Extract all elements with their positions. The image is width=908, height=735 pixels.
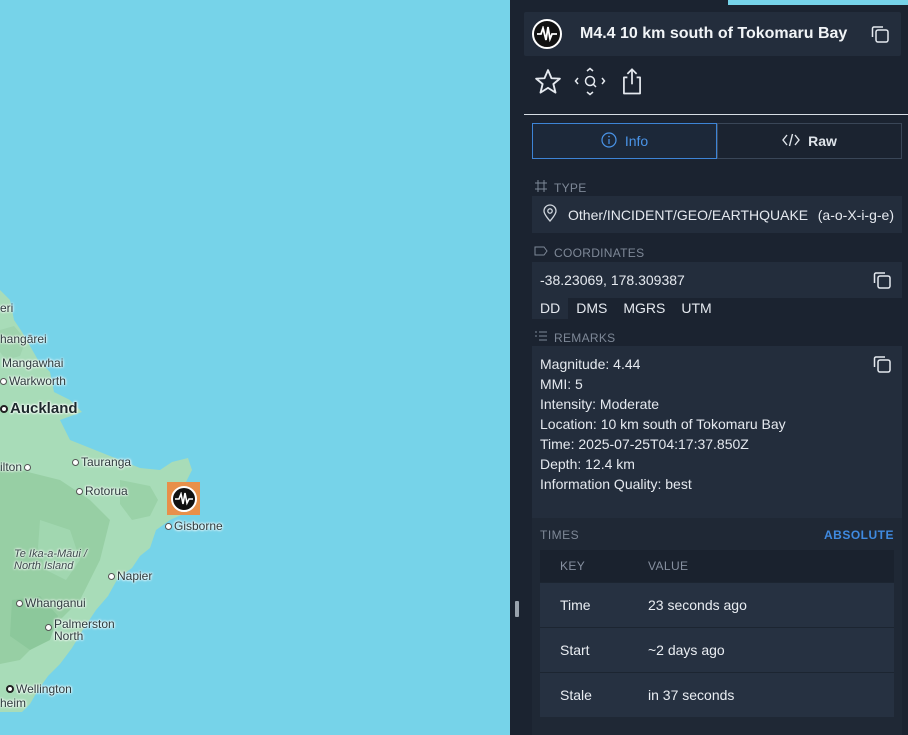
- earthquake-marker[interactable]: [167, 482, 200, 515]
- time-value-cell: 23 seconds ago: [648, 581, 894, 627]
- copy-icon[interactable]: [872, 354, 892, 374]
- tab-raw[interactable]: Raw: [717, 123, 902, 159]
- map-view[interactable]: eri hangārei Mangawhai Warkworth Aucklan…: [0, 0, 510, 735]
- remark-line: Location: 10 km south of Tokomaru Bay: [540, 416, 786, 432]
- time-value-cell: ~2 days ago: [648, 626, 894, 672]
- coordinates-value: -38.23069, 178.309387: [540, 272, 685, 288]
- coordinates-field: -38.23069, 178.309387: [532, 262, 902, 298]
- time-key-cell: Stale: [540, 671, 648, 717]
- place-label: eri: [0, 301, 14, 315]
- time-key-cell: Start: [540, 626, 648, 672]
- coordinate-format-selector: DD DMS MGRS UTM: [532, 298, 720, 319]
- place-label-rotorua: Rotorua: [76, 484, 128, 498]
- star-icon[interactable]: [532, 66, 564, 98]
- town-dot: [16, 599, 23, 607]
- table-row: Stale in 37 seconds: [540, 671, 894, 717]
- column-header-value: VALUE: [648, 550, 894, 582]
- tag-icon: [534, 245, 548, 260]
- type-value: Other/INCIDENT/GEO/EARTHQUAKE: [568, 206, 809, 223]
- header-divider: [524, 114, 908, 115]
- town-dot: [72, 458, 79, 466]
- copy-icon[interactable]: [872, 270, 892, 290]
- times-section: TIMES ABSOLUTE KEY VALUE Time 23 seconds…: [532, 518, 902, 735]
- column-header-key: KEY: [540, 550, 648, 582]
- earthquake-icon: [532, 19, 562, 49]
- remarks-section-label: REMARKS: [534, 330, 615, 345]
- format-utm-button[interactable]: UTM: [673, 298, 719, 319]
- place-label-auckland: Auckland: [0, 400, 78, 417]
- town-dot: [24, 463, 32, 471]
- remark-line: Magnitude: 4.44: [540, 356, 641, 372]
- city-dot: [0, 404, 8, 413]
- remark-line: Time: 2025-07-25T04:17:37.850Z: [540, 436, 749, 452]
- table-header-row: KEY VALUE: [540, 550, 894, 582]
- panel-header: M4.4 10 km south of Tokomaru Bay: [524, 12, 901, 56]
- times-table: KEY VALUE Time 23 seconds ago Start ~2 d…: [540, 550, 894, 717]
- place-label-tauranga: Tauranga: [72, 455, 131, 469]
- region-label-north-island: Te Ika-a-Māui / North Island: [14, 548, 87, 572]
- place-label-gisborne: Gisborne: [165, 519, 223, 533]
- times-section-label: TIMES: [540, 528, 580, 542]
- town-dot: [76, 487, 83, 495]
- remarks-field: Magnitude: 4.44 MMI: 5 Intensity: Modera…: [532, 346, 902, 518]
- table-row: Time 23 seconds ago: [540, 581, 894, 627]
- town-dot: [45, 624, 52, 631]
- place-label-wellington: Wellington: [6, 682, 72, 696]
- earthquake-icon: [170, 485, 197, 512]
- city-dot: [6, 685, 14, 693]
- town-dot: [165, 522, 172, 530]
- map-edge-strip: [728, 0, 908, 5]
- coordinates-section-label: COORDINATES: [534, 245, 644, 260]
- view-tabs: Info Raw: [532, 123, 902, 159]
- remark-line: Intensity: Moderate: [540, 396, 660, 412]
- town-dot: [0, 377, 7, 385]
- format-dd-button[interactable]: DD: [532, 298, 569, 319]
- info-icon: [601, 131, 617, 151]
- time-value-cell: in 37 seconds: [648, 671, 894, 717]
- place-label-hamilton: ilton: [0, 460, 32, 474]
- grid-icon: [534, 179, 548, 196]
- tab-info[interactable]: Info: [532, 123, 717, 159]
- table-row: Start ~2 days ago: [540, 626, 894, 672]
- detail-panel: M4.4 10 km south of Tokomaru Bay Info Ra…: [510, 0, 908, 735]
- format-mgrs-button[interactable]: MGRS: [615, 298, 673, 319]
- page-title: M4.4 10 km south of Tokomaru Bay: [580, 25, 848, 42]
- list-icon: [534, 330, 548, 345]
- place-label-warkworth: Warkworth: [0, 374, 66, 388]
- absolute-toggle-button[interactable]: ABSOLUTE: [824, 528, 894, 542]
- tab-label: Raw: [808, 133, 837, 149]
- map-pin-icon: [542, 204, 558, 225]
- tab-label: Info: [624, 133, 649, 149]
- zoom-to-icon[interactable]: [574, 66, 606, 98]
- panel-resize-handle[interactable]: [515, 601, 519, 617]
- type-code: (a-o-X-i-g-e): [817, 206, 894, 223]
- time-key-cell: Time: [540, 581, 648, 627]
- place-label-mangawhai: Mangawhai: [2, 356, 64, 370]
- code-icon: [782, 133, 800, 150]
- remark-line: MMI: 5: [540, 376, 583, 392]
- remark-line: Depth: 12.4 km: [540, 456, 635, 472]
- place-label-blenheim: heim: [0, 696, 27, 710]
- place-label-whangarei: hangārei: [0, 332, 47, 346]
- type-section-label: TYPE: [534, 179, 587, 196]
- place-label-palmerston-north: Palmerston North: [45, 618, 124, 642]
- action-bar: [532, 66, 648, 98]
- type-field: Other/INCIDENT/GEO/EARTHQUAKE (a-o-X-i-g…: [532, 196, 902, 233]
- place-label-whanganui: Whanganui: [16, 596, 86, 610]
- format-dms-button[interactable]: DMS: [568, 298, 615, 319]
- remark-line: Information Quality: best: [540, 476, 692, 492]
- town-dot: [108, 572, 115, 580]
- place-label-napier: Napier: [108, 569, 152, 583]
- copy-icon[interactable]: [869, 23, 891, 45]
- share-icon[interactable]: [616, 66, 648, 98]
